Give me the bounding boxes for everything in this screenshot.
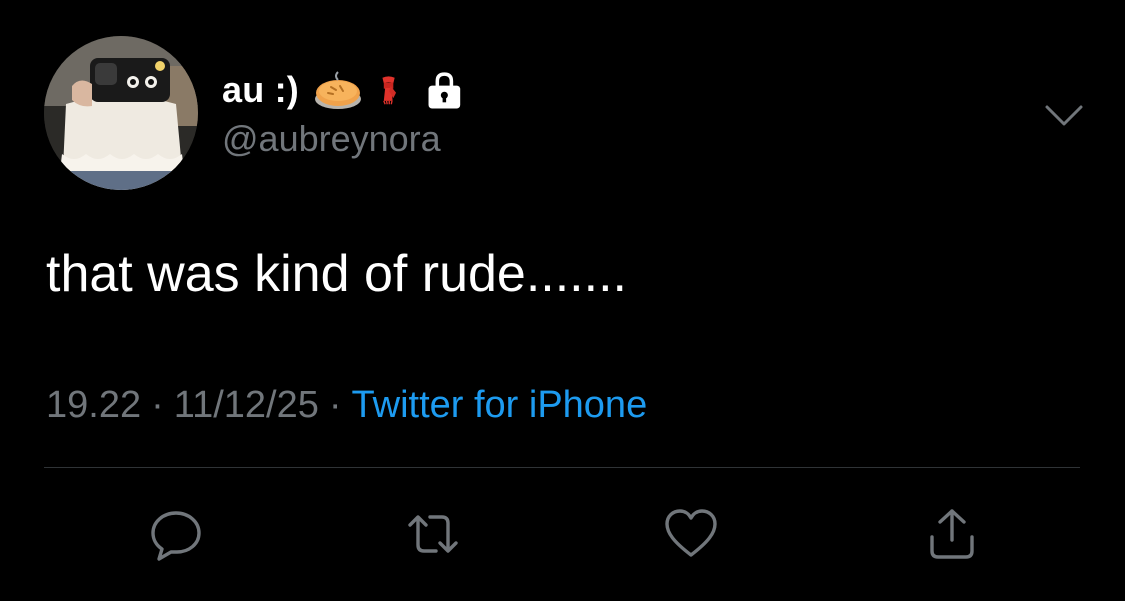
- tweet-meta: 19.22 · 11/12/25 · Twitter for iPhone: [46, 384, 647, 427]
- reply-button[interactable]: [146, 504, 206, 564]
- tweet-detail: au :) @aubreynora that was kind of rude.…: [0, 0, 1125, 601]
- pie-emoji: [315, 71, 361, 109]
- display-name[interactable]: au :): [222, 69, 299, 111]
- retweet-icon: [408, 515, 458, 553]
- tweet-text: that was kind of rude.......: [46, 245, 627, 303]
- share-button[interactable]: [922, 504, 982, 564]
- meta-separator: ·: [328, 384, 342, 426]
- tweet-date[interactable]: 11/12/25: [174, 384, 319, 426]
- scarf-emoji: [382, 76, 397, 105]
- share-icon: [930, 509, 974, 559]
- like-button[interactable]: [661, 504, 721, 564]
- reply-icon: [151, 511, 201, 561]
- handle[interactable]: @aubreynora: [222, 118, 441, 160]
- tweet-time[interactable]: 19.22: [46, 384, 141, 426]
- avatar[interactable]: [44, 36, 198, 190]
- author-name-row: au :): [222, 66, 469, 114]
- action-bar: [0, 504, 1125, 564]
- heart-icon: [665, 509, 717, 557]
- retweet-button[interactable]: [403, 504, 463, 564]
- lock-icon: [428, 72, 461, 109]
- divider: [44, 467, 1080, 468]
- avatar-image: [44, 36, 198, 190]
- meta-separator: ·: [151, 384, 164, 426]
- chevron-down-icon[interactable]: [1044, 100, 1084, 130]
- tweet-source-link[interactable]: Twitter for iPhone: [352, 384, 648, 426]
